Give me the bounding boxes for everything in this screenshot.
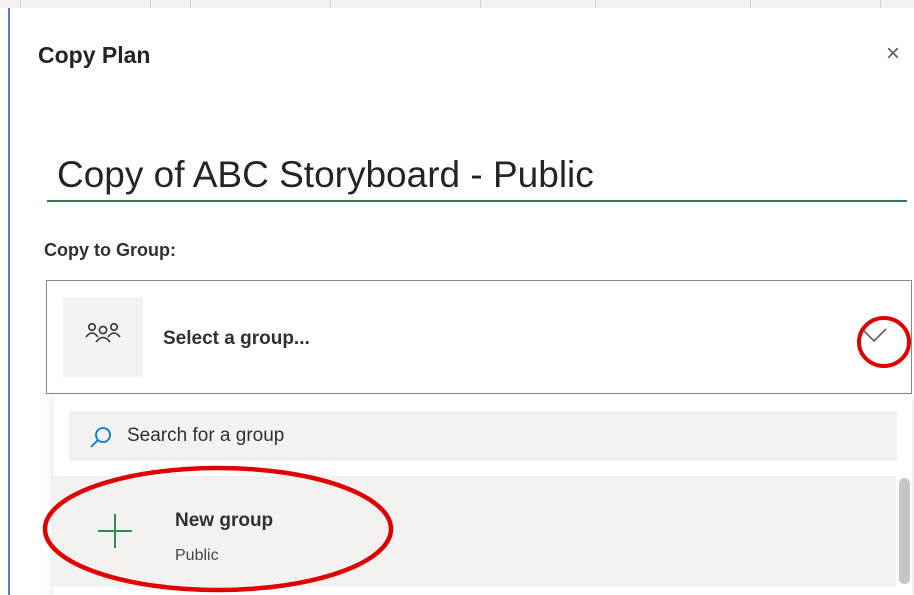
background-window-strip xyxy=(0,0,914,8)
scrollbar-thumb[interactable] xyxy=(899,478,910,584)
group-icon xyxy=(63,297,143,377)
search-icon xyxy=(90,427,111,448)
annotation-circle-chevron xyxy=(857,316,911,368)
search-group-input[interactable]: Search for a group xyxy=(69,411,897,461)
copy-to-group-label: Copy to Group: xyxy=(44,240,176,260)
annotation-circle-new-group xyxy=(42,465,394,593)
dialog-title: Copy Plan xyxy=(38,42,151,68)
plan-name-input[interactable] xyxy=(47,150,907,202)
select-group-placeholder: Select a group... xyxy=(163,328,310,349)
group-select-dropdown[interactable]: Select a group... xyxy=(46,280,912,394)
close-icon[interactable]: × xyxy=(886,42,900,66)
search-placeholder: Search for a group xyxy=(127,425,285,446)
